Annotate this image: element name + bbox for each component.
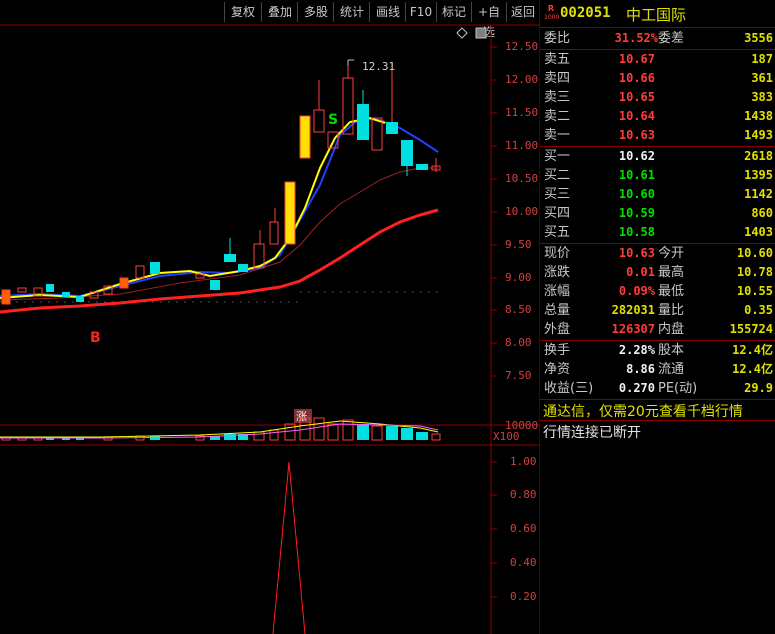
buy-marker: B [90,330,101,346]
kline-chart-area[interactable]: 12.31 B S 涨 10000 X100 [0,0,540,634]
stat-row: 涨跌 0.01 最高 10.78 [544,265,773,280]
y-tick-10-50: 10.50 [505,172,539,185]
quote-panel: R 1000 002051 中工国际 委比 31.52% 委差 3556 卖五 1… [540,0,775,634]
diamond-icon[interactable] [456,27,468,39]
bid-row[interactable]: 买一 10.62 2618 [540,147,775,166]
stat-row: 总量 282031 量比 0.35 [544,303,773,318]
stat-row: 涨幅 0.09% 最低 10.55 [544,284,773,299]
order-ratio-row: 委比 31.52% 委差 3556 [544,31,773,46]
ask-row[interactable]: 卖四 10.66 361 [540,69,775,88]
limit-up-marker: 涨 [296,410,307,423]
stock-name: 中工国际 [626,6,687,24]
y-tick-7-50: 7.50 [505,369,532,382]
y-tick-11-50: 11.50 [505,106,539,119]
ind-tick-0-60: 0.60 [510,522,537,535]
stock-badge: R 1000 [544,4,560,21]
y-tick-9-50: 9.50 [505,238,532,251]
ind-tick-0-80: 0.80 [510,488,537,501]
stat-row: 现价 10.63 今开 10.60 [544,246,773,261]
indicator-line [272,461,306,634]
bid-row[interactable]: 买五 10.58 1403 [540,223,775,242]
ind-tick-0-40: 0.40 [510,556,537,569]
y-tick-8-00: 8.00 [505,336,532,349]
ind-tick-0-20: 0.20 [510,590,537,603]
fin-row: 收益(三) 0.270 PE(动) 29.9 [544,381,773,396]
ma5-line [0,116,386,299]
ind-tick-1-00: 1.00 [510,455,537,468]
bid-row[interactable]: 买二 10.61 1395 [540,166,775,185]
fin-row: 换手 2.28% 股本 12.4亿 [544,343,773,358]
stat-row: 外盘 126307 内盘 155724 [544,322,773,337]
fin-row: 净资 8.86 流通 12.4亿 [544,362,773,377]
volume-unit: X100 [493,430,520,443]
bid-row[interactable]: 买四 10.59 860 [540,204,775,223]
stock-code: 002051 [560,5,611,21]
y-tick-10-00: 10.00 [505,205,539,218]
peak-price-label: 12.31 [362,60,395,73]
level2-notice-link[interactable]: 通达信，仅需20元查看千档行情 [543,401,743,421]
bid-row[interactable]: 买三 10.60 1142 [540,185,775,204]
ask-row[interactable]: 卖二 10.64 1438 [540,107,775,126]
y-tick-8-50: 8.50 [505,303,532,316]
panel-toggle-icon[interactable] [475,27,487,39]
y-tick-12-00: 12.00 [505,73,539,86]
y-tick-12-50: 12.50 [505,40,539,53]
ask-row[interactable]: 卖一 10.63 1493 [540,126,775,145]
y-tick-9-00: 9.00 [505,271,532,284]
connection-status: 行情连接已断开 [543,425,641,441]
sell-marker: S [328,112,338,128]
y-tick-11-00: 11.00 [505,139,539,152]
ask-row[interactable]: 卖三 10.65 383 [540,88,775,107]
ask-row[interactable]: 卖五 10.67 187 [540,50,775,69]
